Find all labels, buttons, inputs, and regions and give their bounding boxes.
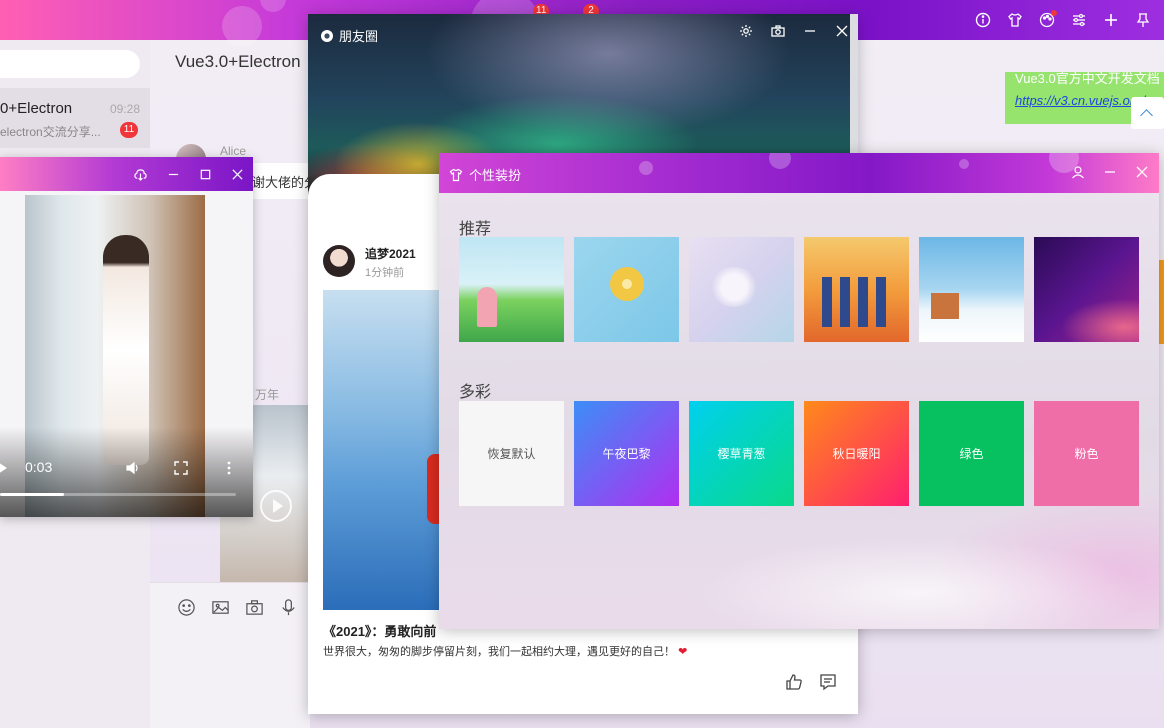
skin-thumbnail-snow[interactable]	[919, 237, 1024, 342]
personalization-window: 个性装扮 推荐 多彩 恢复默认 午夜巴黎 樱草青葱 秋日暖阳 绿色 粉色	[439, 153, 1159, 629]
color-label: 午夜巴黎	[602, 447, 651, 461]
video-player-window: 0:03	[0, 157, 253, 517]
pin-icon[interactable]	[1134, 11, 1152, 29]
recommend-grid	[459, 237, 1139, 342]
maximize-icon[interactable]	[197, 166, 213, 182]
video-current-time: 0:03	[25, 459, 53, 475]
play-icon[interactable]	[0, 462, 7, 474]
color-grid: 恢复默认 午夜巴黎 樱草青葱 秋日暖阳 绿色 粉色	[459, 401, 1139, 506]
session-item[interactable]: 0+Electron 09:28 electron交流分享... 11	[0, 88, 150, 148]
skin-thumbnail-autumn-leaves[interactable]	[804, 237, 909, 342]
post-text: 世界很大，匆匆的脚步停留片刻，我们一起相约大理，遇见更好的自己！ ❤	[323, 643, 687, 659]
user-icon[interactable]	[1069, 163, 1087, 181]
skin-thumbnail-violet[interactable]	[1034, 237, 1139, 342]
post-body: 世界很大，匆匆的脚步停留片刻，我们一起相约大理，遇见更好的自己！	[323, 646, 675, 658]
color-tile-default[interactable]: 恢复默认	[459, 401, 564, 506]
message-text: Vue3.0官方中文开发文档	[1015, 72, 1160, 86]
post-time: 1分钟前	[365, 267, 405, 279]
moments-title: 朋友圈	[339, 29, 379, 44]
message-composer	[150, 582, 310, 728]
close-icon[interactable]	[833, 22, 851, 40]
plus-icon[interactable]	[1102, 11, 1120, 29]
color-tile-primrose-green[interactable]: 樱草青葱	[689, 401, 794, 506]
color-tile-pink[interactable]: 粉色	[1034, 401, 1139, 506]
skin-thumbnail-blossom[interactable]	[689, 237, 794, 342]
sender-name: Alice	[220, 144, 247, 158]
settings-icon[interactable]	[737, 22, 755, 40]
personalization-titlebar[interactable]	[439, 153, 1159, 193]
personalization-title: 个性装扮	[469, 168, 522, 183]
post-heading: 《2021》：勇敢向前	[323, 624, 437, 639]
camera-icon[interactable]	[244, 597, 264, 617]
video-progress-fill	[0, 493, 64, 496]
shirt-icon	[449, 168, 463, 181]
color-tile-autumn-sun[interactable]: 秋日暖阳	[804, 401, 909, 506]
sliders-icon[interactable]	[1070, 11, 1088, 29]
comment-icon[interactable]	[818, 672, 838, 692]
skin-thumbnail-kiwi[interactable]	[574, 237, 679, 342]
shirt-icon[interactable]	[1006, 11, 1024, 29]
minimize-icon[interactable]	[801, 22, 819, 40]
moments-titlebar: 朋友圈	[320, 26, 378, 45]
scrollbar[interactable]	[850, 14, 858, 154]
minimize-icon[interactable]	[165, 166, 181, 182]
info-icon[interactable]	[974, 11, 992, 29]
close-icon[interactable]	[1133, 163, 1151, 181]
session-time: 09:28	[109, 102, 140, 116]
volume-icon[interactable]	[124, 459, 142, 477]
minimize-icon[interactable]	[1101, 163, 1119, 181]
color-label: 樱草青葱	[717, 447, 766, 461]
avatar[interactable]	[323, 245, 355, 277]
color-label: 秋日暖阳	[832, 447, 881, 461]
search-input[interactable]	[0, 50, 140, 78]
camera-aperture-icon	[321, 29, 333, 42]
session-preview: electron交流分享...	[0, 125, 101, 139]
video-progress-bar[interactable]	[0, 493, 236, 496]
color-label: 恢复默认	[487, 447, 536, 461]
microphone-icon[interactable]	[278, 597, 298, 617]
session-name: 0+Electron	[0, 100, 73, 117]
color-tile-green[interactable]: 绿色	[919, 401, 1024, 506]
skin-thumbnail-meadow[interactable]	[459, 237, 564, 342]
section-recommend: 推荐	[459, 221, 492, 238]
post-author[interactable]: 追梦2021	[365, 245, 416, 262]
personalization-title-group: 个性装扮	[449, 165, 521, 184]
play-icon[interactable]	[260, 490, 292, 522]
more-icon[interactable]	[220, 459, 238, 477]
image-icon[interactable]	[210, 597, 230, 617]
fullscreen-icon[interactable]	[172, 459, 190, 477]
color-label: 绿色	[959, 447, 984, 461]
chat-title: Vue3.0+Electron	[175, 52, 301, 71]
post-image[interactable]	[323, 290, 445, 610]
video-window-titlebar[interactable]	[0, 157, 253, 191]
section-colorful: 多彩	[459, 384, 492, 401]
download-icon[interactable]	[132, 166, 148, 182]
heart-icon: ❤	[678, 646, 688, 658]
scroll-to-top-button[interactable]	[1131, 97, 1164, 129]
unread-badge: 11	[120, 122, 138, 138]
message-time: 万年	[255, 388, 280, 402]
camera-icon[interactable]	[769, 22, 787, 40]
emoji-icon[interactable]	[176, 597, 196, 617]
color-label: 粉色	[1074, 447, 1099, 461]
color-tile-midnight-paris[interactable]: 午夜巴黎	[574, 401, 679, 506]
palette-icon[interactable]	[1038, 10, 1057, 29]
close-icon[interactable]	[229, 166, 245, 182]
like-icon[interactable]	[784, 672, 804, 692]
